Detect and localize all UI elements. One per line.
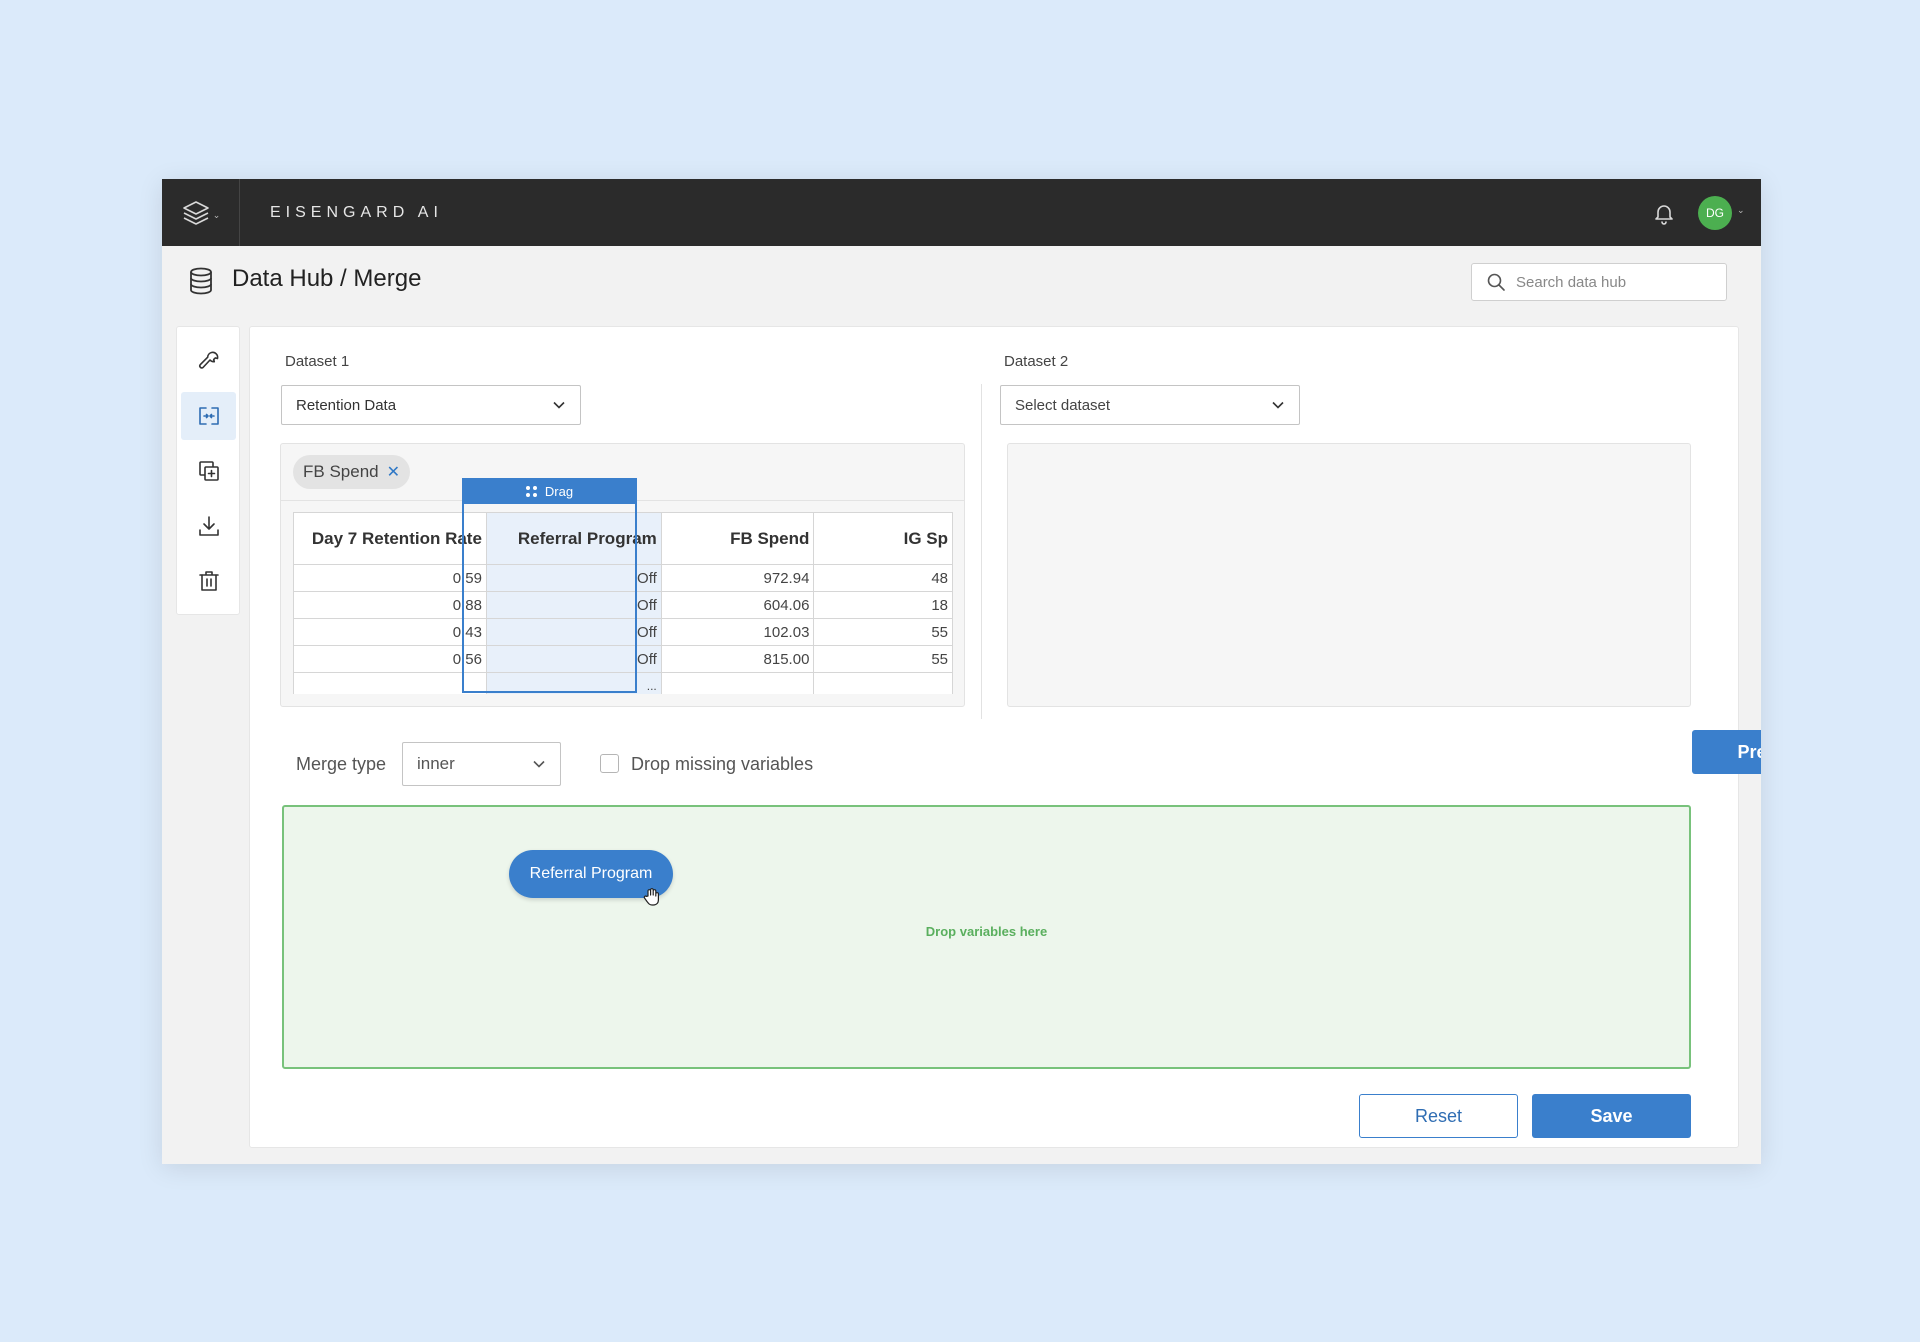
chevron-down-icon bbox=[533, 760, 545, 768]
layers-logo-icon bbox=[182, 200, 209, 225]
table-cell: Off bbox=[485, 645, 662, 673]
table-cell bbox=[813, 672, 953, 694]
page-title: Data Hub / Merge bbox=[232, 265, 422, 292]
table-row: 0.59 Off 972.94 48 bbox=[293, 564, 953, 592]
tool-rail bbox=[176, 326, 240, 615]
reset-button[interactable]: Reset bbox=[1359, 1094, 1518, 1138]
chevron-down-icon[interactable]: ⌄ bbox=[1737, 205, 1745, 216]
chevron-down-icon bbox=[553, 401, 565, 409]
chevron-down-icon bbox=[1272, 401, 1284, 409]
dataset1-table: Day 7 Retention Rate Referral Program FB… bbox=[293, 512, 953, 694]
brand-name: EISENGARD AI bbox=[270, 204, 443, 221]
table-cell: 55 bbox=[813, 618, 953, 646]
table-cell: 0.43 bbox=[293, 618, 487, 646]
trash-icon bbox=[198, 571, 219, 591]
table-cell: Off bbox=[485, 564, 662, 592]
drag-label: Drag bbox=[544, 483, 574, 499]
table-header-row: Day 7 Retention Rate Referral Program FB… bbox=[293, 512, 953, 565]
merge-icon bbox=[198, 407, 219, 425]
dataset2-select[interactable]: Select dataset bbox=[1000, 385, 1300, 425]
search-icon bbox=[1487, 273, 1505, 291]
dataset-divider bbox=[981, 384, 982, 719]
table-cell bbox=[293, 672, 487, 694]
table-cell: 972.94 bbox=[660, 564, 815, 592]
tool-delete-button[interactable] bbox=[181, 557, 236, 605]
dataset1-label: Dataset 1 bbox=[285, 353, 350, 370]
table-cell: 0.56 bbox=[293, 645, 487, 673]
drop-missing-label[interactable]: Drop missing variables bbox=[631, 754, 813, 775]
column-header[interactable]: Day 7 Retention Rate bbox=[293, 512, 487, 565]
variable-chip[interactable]: FB Spend ✕ bbox=[293, 455, 411, 489]
variable-drop-zone[interactable]: Referral Program Drop variables here bbox=[282, 805, 1691, 1069]
table-cell: 48 bbox=[813, 564, 953, 592]
merge-panel: Dataset 1 Retention Data Dataset 2 Selec… bbox=[249, 326, 1761, 1148]
merge-type-value: inner bbox=[417, 754, 455, 773]
tool-merge-button[interactable] bbox=[181, 392, 236, 440]
drag-handle-icon bbox=[525, 485, 537, 497]
grab-cursor-icon bbox=[643, 888, 659, 906]
drop-missing-checkbox[interactable] bbox=[600, 754, 619, 773]
column-header[interactable]: Referral Program bbox=[485, 512, 662, 565]
dataset1-select[interactable]: Retention Data bbox=[281, 385, 581, 425]
search-input[interactable] bbox=[1516, 273, 1716, 291]
chevron-down-icon: ⌄ bbox=[212, 210, 221, 220]
dataset2-label: Dataset 2 bbox=[1004, 353, 1069, 370]
table-cell: 0.59 bbox=[293, 564, 487, 592]
top-bar: ⌄ EISENGARD AI DG ⌄ bbox=[162, 179, 1761, 246]
table-cell: Off bbox=[485, 591, 662, 619]
preview-button[interactable]: Preview bbox=[1692, 730, 1761, 774]
user-avatar[interactable]: DG bbox=[1698, 196, 1732, 230]
app-switcher-button[interactable]: ⌄ bbox=[162, 179, 240, 246]
dataset2-placeholder: Select dataset bbox=[1015, 396, 1111, 414]
drop-zone-hint: Drop variables here bbox=[925, 924, 1048, 939]
more-rows-indicator: ... bbox=[485, 672, 662, 694]
tool-settings-button[interactable] bbox=[181, 337, 236, 385]
table-cell: 604.06 bbox=[660, 591, 815, 619]
dataset2-preview-panel bbox=[1007, 443, 1691, 707]
wrench-icon bbox=[198, 351, 218, 369]
save-button[interactable]: Save bbox=[1532, 1094, 1691, 1138]
table-cell: 55 bbox=[813, 645, 953, 673]
table-cell bbox=[660, 672, 815, 694]
column-drag-handle[interactable]: Drag bbox=[462, 478, 637, 504]
table-row: ... bbox=[293, 672, 953, 694]
column-header[interactable]: FB Spend bbox=[660, 512, 815, 565]
database-icon bbox=[190, 267, 212, 295]
table-cell: Off bbox=[485, 618, 662, 646]
table-cell: 815.00 bbox=[660, 645, 815, 673]
column-header[interactable]: IG Sp bbox=[813, 512, 953, 565]
app-window: ⌄ EISENGARD AI DG ⌄ Data Hub / Merge Sea… bbox=[162, 179, 1761, 1164]
bell-icon[interactable] bbox=[1652, 201, 1676, 225]
merge-type-select[interactable]: inner bbox=[402, 742, 561, 786]
merge-type-label: Merge type bbox=[296, 754, 387, 774]
table-cell: 102.03 bbox=[660, 618, 815, 646]
close-icon[interactable]: ✕ bbox=[387, 462, 400, 482]
table-row: 0.43 Off 102.03 55 bbox=[293, 618, 953, 646]
dataset1-preview-panel: FB Spend ✕ Day 7 Retention Rate Referral… bbox=[280, 443, 965, 707]
dataset1-table-viewport[interactable]: Day 7 Retention Rate Referral Program FB… bbox=[293, 512, 953, 694]
search-box[interactable] bbox=[1471, 263, 1727, 301]
table-row: 0.56 Off 815.00 55 bbox=[293, 645, 953, 673]
add-copy-icon bbox=[198, 461, 219, 481]
download-icon bbox=[198, 516, 219, 536]
table-cell: 0.88 bbox=[293, 591, 487, 619]
dataset1-selected-value: Retention Data bbox=[296, 396, 397, 414]
variable-chip-label: FB Spend bbox=[303, 462, 379, 481]
tool-append-button[interactable] bbox=[181, 447, 236, 495]
tool-download-button[interactable] bbox=[181, 502, 236, 550]
table-cell: 18 bbox=[813, 591, 953, 619]
table-row: 0.88 Off 604.06 18 bbox=[293, 591, 953, 619]
